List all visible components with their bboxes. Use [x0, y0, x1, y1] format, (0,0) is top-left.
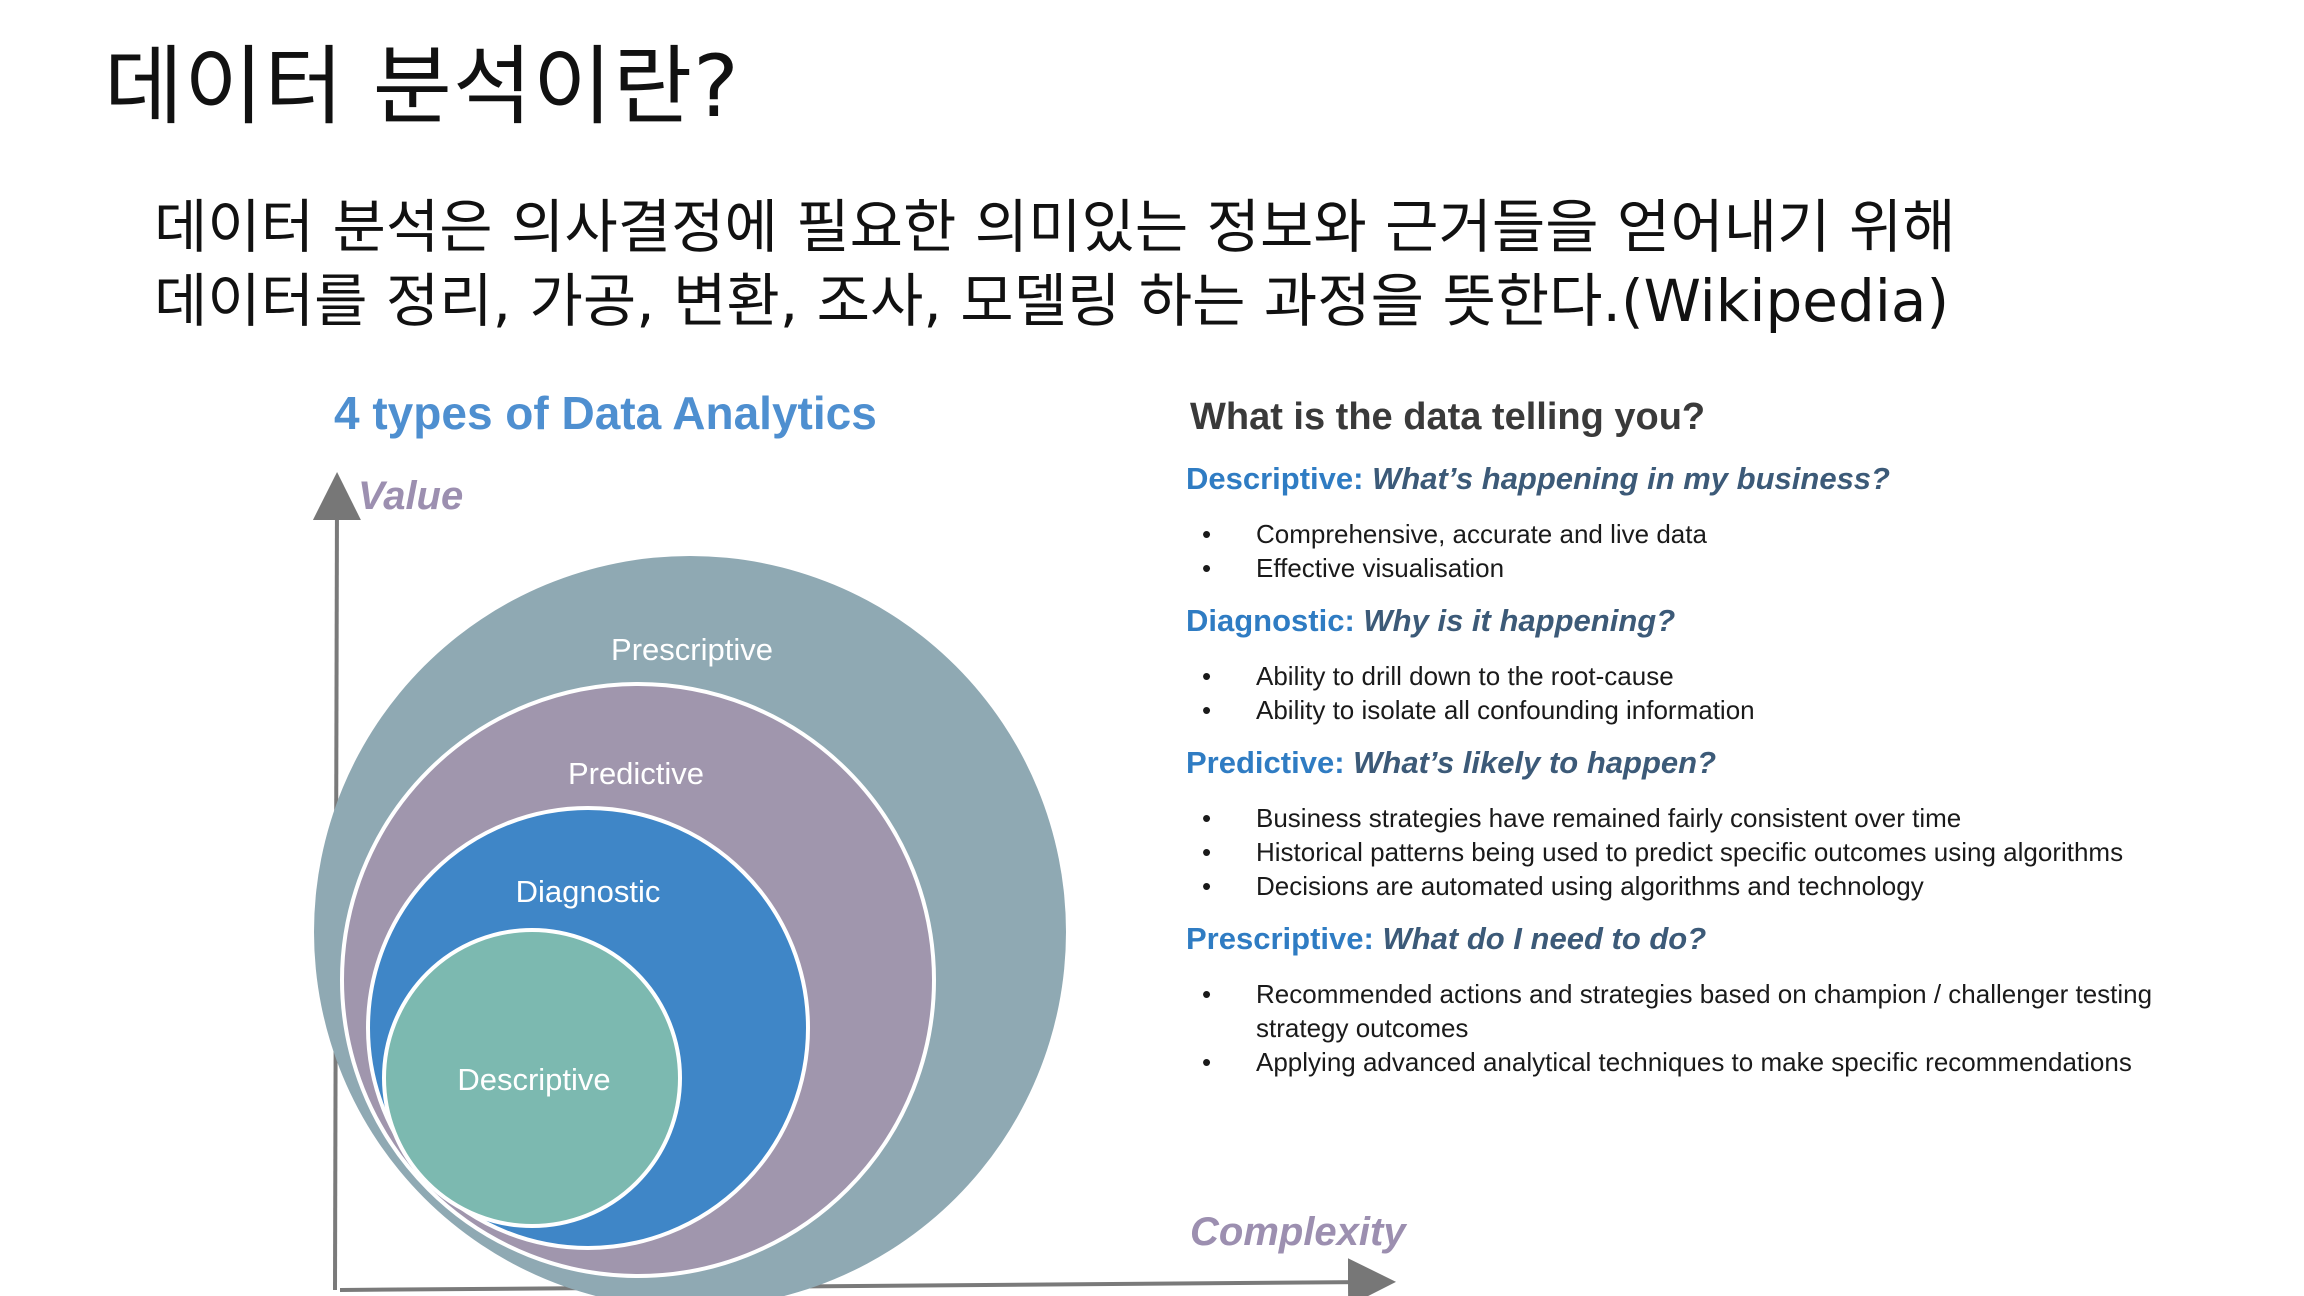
ring-label-prescriptive: Prescriptive — [611, 632, 773, 667]
bullet-list: Comprehensive, accurate and live data Ef… — [1202, 517, 2180, 585]
section-heading: Descriptive: What’s happening in my busi… — [1186, 461, 2180, 497]
ring-label-diagnostic: Diagnostic — [516, 874, 661, 909]
section-question: What do I need to do? — [1382, 921, 1707, 956]
list-item: Decisions are automated using algorithms… — [1202, 869, 2180, 903]
section-heading: Diagnostic: Why is it happening? — [1186, 603, 2180, 639]
ring-label-descriptive: Descriptive — [457, 1062, 610, 1097]
section-descriptive: Descriptive: What’s happening in my busi… — [1180, 461, 2180, 585]
section-name: Predictive: — [1186, 745, 1345, 780]
ring-label-predictive: Predictive — [568, 756, 704, 791]
list-item: Comprehensive, accurate and live data — [1202, 517, 2180, 551]
list-item: Applying advanced analytical techniques … — [1202, 1045, 2180, 1079]
section-predictive: Predictive: What’s likely to happen? Bus… — [1180, 745, 2180, 903]
list-item: Historical patterns being used to predic… — [1202, 835, 2180, 869]
bullet-list: Ability to drill down to the root-cause … — [1202, 659, 2180, 727]
bullet-list: Recommended actions and strategies based… — [1202, 977, 2180, 1079]
section-name: Prescriptive: — [1186, 921, 1374, 956]
panel-question: What is the data telling you? — [1190, 396, 1706, 438]
section-diagnostic: Diagnostic: Why is it happening? Ability… — [1180, 603, 2180, 727]
section-prescriptive: Prescriptive: What do I need to do? Reco… — [1180, 921, 2180, 1079]
section-question: What’s happening in my business? — [1372, 461, 1890, 496]
bullet-list: Business strategies have remained fairly… — [1202, 801, 2180, 903]
section-heading: Prescriptive: What do I need to do? — [1186, 921, 2180, 957]
section-heading: Predictive: What’s likely to happen? — [1186, 745, 2180, 781]
list-item: Ability to isolate all confounding infor… — [1202, 693, 2180, 727]
list-item: Effective visualisation — [1202, 551, 2180, 585]
x-axis-arrow — [339, 1258, 1396, 1296]
section-name: Descriptive: — [1186, 461, 1364, 496]
list-item: Business strategies have remained fairly… — [1202, 801, 2180, 835]
list-item: Recommended actions and strategies based… — [1202, 977, 2180, 1045]
section-name: Diagnostic: — [1186, 603, 1355, 638]
list-item: Ability to drill down to the root-cause — [1202, 659, 2180, 693]
right-panel: What is the data telling you? Descriptiv… — [1180, 396, 2180, 1097]
section-question: What’s likely to happen? — [1353, 745, 1717, 780]
section-question: Why is it happening? — [1363, 603, 1676, 638]
